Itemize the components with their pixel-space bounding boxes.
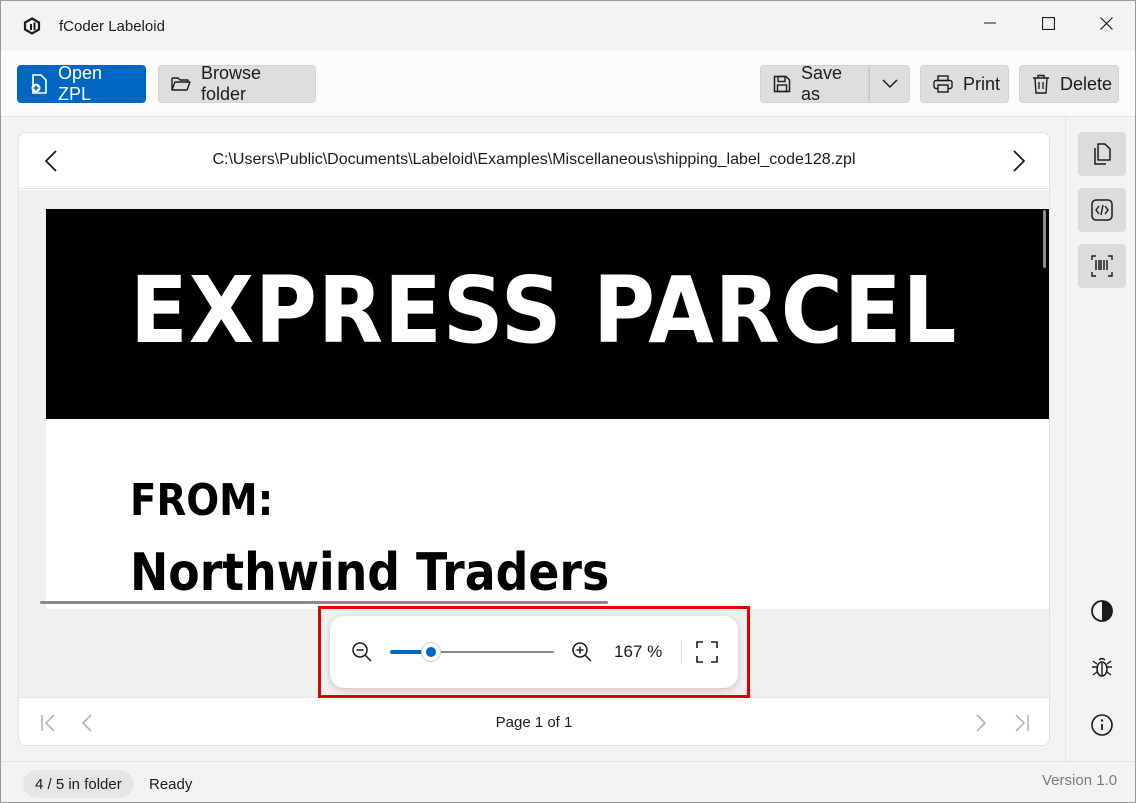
zoom-in-icon[interactable] — [570, 640, 594, 664]
page-indicator: Page 1 of 1 — [495, 714, 573, 731]
document-panel: C:\Users\Public\Documents\Labeloid\Examp… — [18, 132, 1050, 746]
horizontal-scrollbar[interactable] — [40, 601, 608, 604]
chevron-right-icon — [976, 714, 987, 732]
chevron-left-icon — [45, 150, 57, 172]
browse-folder-button[interactable]: Browse folder — [158, 63, 316, 104]
open-zpl-button[interactable]: Open ZPL — [17, 63, 146, 104]
barcode-view-button[interactable] — [1078, 244, 1126, 288]
barcode-icon — [1091, 255, 1113, 277]
version-text: Version 1.0 — [1042, 772, 1118, 789]
app-logo-icon — [23, 17, 41, 35]
save-as-dropdown-button[interactable] — [869, 65, 910, 103]
zoom-separator — [681, 640, 682, 664]
delete-label: Delete — [1060, 73, 1113, 94]
delete-button[interactable]: Delete — [1019, 65, 1119, 103]
chevron-left-icon — [81, 714, 92, 732]
info-icon — [1091, 714, 1113, 736]
zoom-out-icon[interactable] — [350, 640, 374, 664]
title-bar: fCoder Labeloid — [1, 1, 1135, 51]
open-file-icon — [31, 74, 47, 94]
fit-to-window-icon[interactable] — [695, 640, 719, 664]
browse-folder-label: Browse folder — [201, 63, 262, 104]
contrast-icon — [1091, 600, 1113, 622]
chevron-right-icon — [1013, 150, 1025, 172]
save-as-label: Save as — [801, 63, 843, 104]
last-page-button[interactable] — [1009, 711, 1033, 735]
code-view-button[interactable] — [1078, 188, 1126, 232]
page-navigator: Page 1 of 1 — [19, 697, 1049, 745]
minimize-icon — [984, 22, 996, 24]
document-view-button[interactable] — [1078, 132, 1126, 176]
close-button[interactable] — [1077, 1, 1135, 45]
open-zpl-label: Open ZPL — [58, 63, 103, 104]
label-from-company: Northwind Traders — [130, 543, 610, 603]
label-viewer[interactable]: EXPRESS PARCEL FROM: Northwind Traders 1… — [19, 190, 1049, 697]
next-page-button[interactable] — [969, 711, 993, 735]
bug-icon — [1092, 657, 1112, 677]
maximize-icon — [1041, 16, 1055, 30]
zoom-slider[interactable] — [390, 642, 554, 662]
zoom-toolbar: 167 % — [330, 616, 738, 688]
app-window: fCoder Labeloid Open ZPL Browse folder S… — [0, 0, 1136, 803]
label-preview: EXPRESS PARCEL FROM: Northwind Traders — [46, 209, 1049, 609]
file-path-bar: C:\Users\Public\Documents\Labeloid\Examp… — [19, 133, 1049, 189]
first-page-button[interactable] — [37, 711, 61, 735]
folder-position-badge: 4 / 5 in folder — [23, 770, 134, 798]
first-page-icon — [41, 714, 55, 732]
status-text: Ready — [149, 776, 193, 793]
label-banner: EXPRESS PARCEL — [46, 209, 1049, 419]
zoom-slider-thumb[interactable] — [421, 642, 441, 662]
chevron-down-icon — [881, 79, 898, 89]
main-toolbar: Open ZPL Browse folder Save as Print Del… — [1, 51, 1135, 117]
label-from-heading: FROM: — [130, 475, 274, 526]
save-as-button[interactable]: Save as — [760, 63, 869, 104]
right-sidebar — [1065, 117, 1135, 761]
file-path: C:\Users\Public\Documents\Labeloid\Examp… — [212, 151, 856, 168]
minimize-button[interactable] — [961, 1, 1019, 45]
window-title: fCoder Labeloid — [59, 18, 165, 35]
vertical-scrollbar[interactable] — [1043, 210, 1046, 268]
close-icon — [1099, 16, 1113, 30]
print-button[interactable]: Print — [920, 65, 1009, 103]
about-button[interactable] — [1084, 707, 1120, 743]
code-icon — [1091, 199, 1113, 221]
save-icon — [773, 75, 791, 93]
print-label: Print — [963, 73, 1001, 94]
maximize-button[interactable] — [1019, 1, 1077, 45]
status-bar: 4 / 5 in folder Ready Version 1.0 — [1, 761, 1135, 802]
document-icon — [1094, 143, 1111, 165]
zoom-level: 167 % — [614, 642, 663, 661]
last-page-icon — [1015, 714, 1029, 732]
report-bug-button[interactable] — [1084, 649, 1120, 685]
folder-icon — [171, 77, 191, 91]
printer-icon — [933, 75, 953, 93]
trash-icon — [1033, 74, 1049, 94]
previous-page-button[interactable] — [75, 711, 99, 735]
next-file-button[interactable] — [1005, 147, 1033, 175]
label-banner-text: EXPRESS PARCEL — [130, 257, 958, 364]
theme-toggle-button[interactable] — [1084, 593, 1120, 629]
previous-file-button[interactable] — [37, 147, 65, 175]
